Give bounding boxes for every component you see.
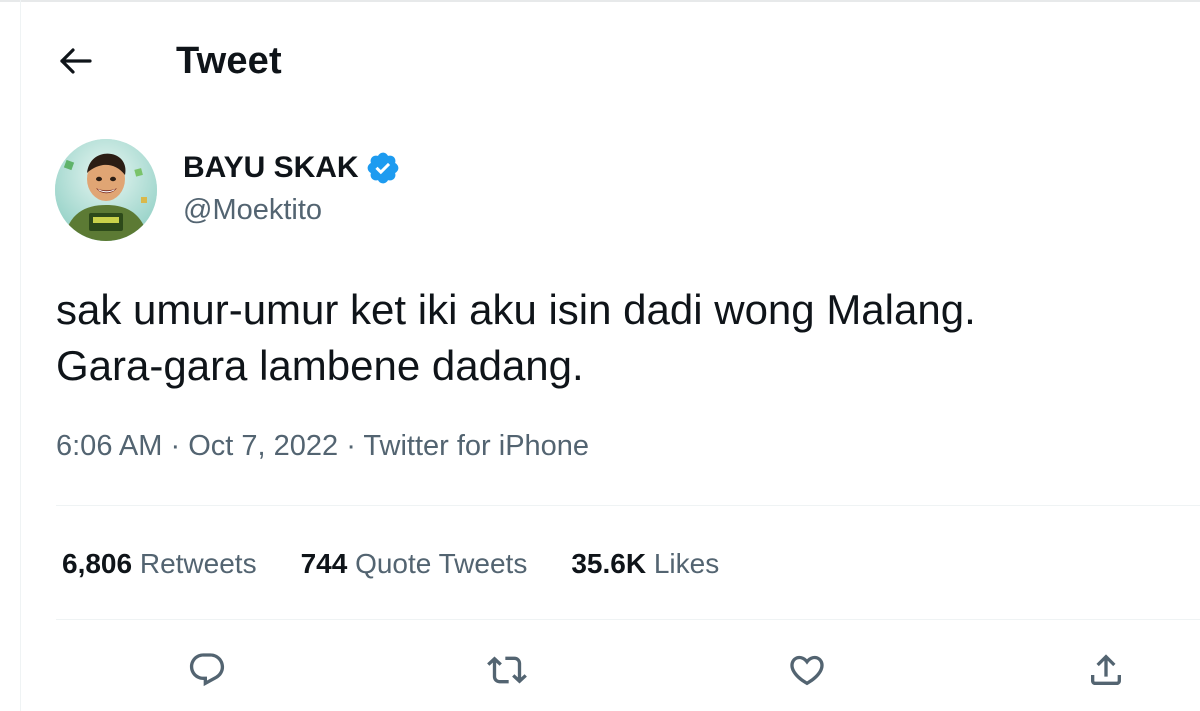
avatar-image (55, 139, 157, 241)
likes-stat[interactable]: 35.6K Likes (571, 548, 719, 580)
arrow-left-icon (60, 48, 92, 74)
like-icon (790, 655, 824, 686)
author-handle[interactable]: @Moektito (183, 194, 322, 227)
left-border (20, 0, 21, 711)
retweets-stat[interactable]: 6,806 Retweets (62, 548, 257, 580)
tweet-page: Tweet BAYU SKAK @Moektito sak umur-umur … (0, 0, 1200, 711)
top-border (0, 0, 1200, 2)
like-button[interactable] (783, 646, 831, 694)
quote-tweets-count: 744 (300, 548, 348, 579)
back-button[interactable] (52, 38, 100, 84)
tweet-date[interactable]: Oct 7, 2022 (188, 430, 338, 462)
retweet-icon (487, 656, 527, 684)
verified-badge-icon (365, 150, 401, 186)
retweets-count: 6,806 (62, 548, 133, 579)
tweet-actions (0, 640, 1200, 700)
quote-tweets-stat[interactable]: 744 Quote Tweets (301, 548, 528, 580)
likes-label: Likes (653, 548, 720, 579)
meta-separator: · (170, 430, 189, 462)
retweet-button[interactable] (483, 646, 531, 694)
author-name-row[interactable]: BAYU SKAK (183, 148, 401, 188)
tweet-stats: 6,806 Retweets 744 Quote Tweets 35.6K Li… (62, 544, 763, 584)
tweet-text-line: Gara-gara lambene dadang. (56, 342, 584, 389)
divider (56, 505, 1200, 506)
likes-count: 35.6K (571, 548, 647, 579)
retweets-label: Retweets (139, 548, 257, 579)
author-name[interactable]: BAYU SKAK (183, 151, 359, 185)
avatar[interactable] (55, 139, 157, 241)
tweet-meta: 6:06 AM · Oct 7, 2022 · Twitter for iPho… (56, 430, 589, 463)
tweet-text-line: sak umur-umur ket iki aku isin dadi wong… (56, 286, 976, 333)
meta-separator: · (346, 430, 364, 462)
page-title: Tweet (176, 40, 282, 82)
reply-button[interactable] (183, 646, 231, 694)
header: Tweet (0, 30, 1200, 92)
tweet-time[interactable]: 6:06 AM (56, 430, 162, 462)
reply-icon (189, 653, 225, 687)
tweet-source[interactable]: Twitter for iPhone (363, 430, 589, 462)
tweet-text: sak umur-umur ket iki aku isin dadi wong… (56, 282, 1176, 394)
divider (56, 619, 1200, 620)
share-icon (1091, 654, 1121, 685)
share-button[interactable] (1082, 646, 1130, 694)
quote-tweets-label: Quote Tweets (355, 548, 528, 579)
